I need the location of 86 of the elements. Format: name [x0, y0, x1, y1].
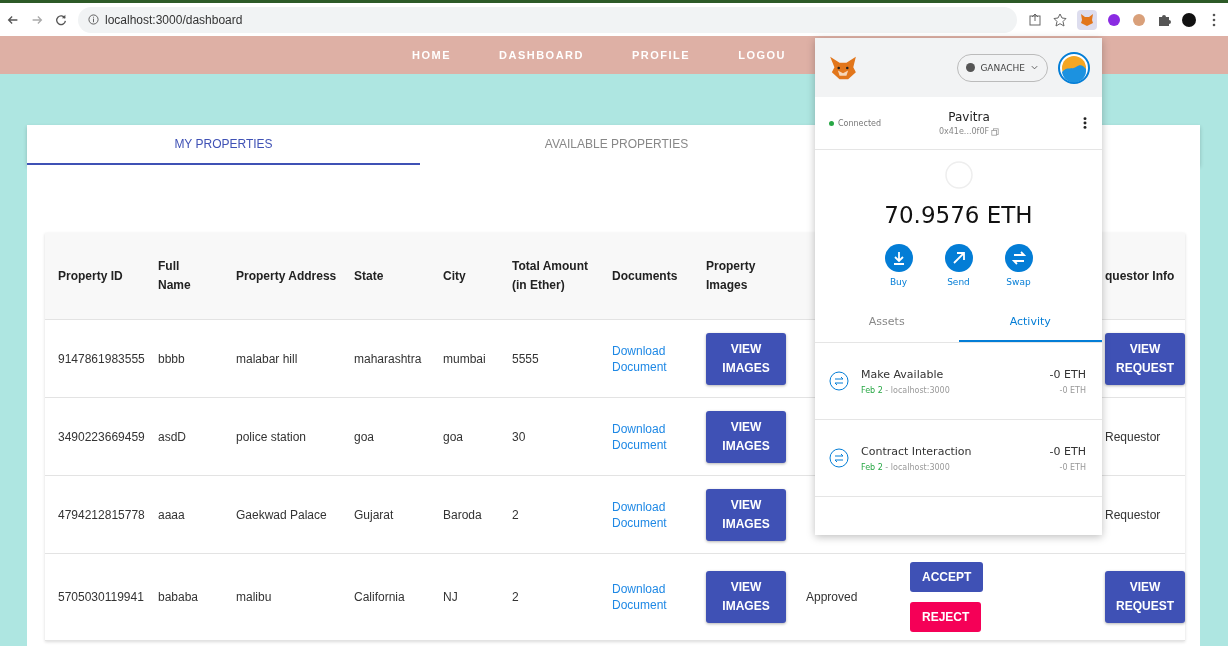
table-cell: bababa: [158, 590, 199, 604]
wallet-tab[interactable]: Assets: [815, 307, 959, 342]
download-link[interactable]: Download Document: [612, 420, 672, 453]
table-cell: aaaa: [158, 507, 185, 522]
status-text: Approved: [806, 590, 858, 604]
column-header: questor Info: [1105, 268, 1175, 283]
activity-amount: -0 ETH: [1049, 367, 1086, 381]
view-request-button[interactable]: VIEW REQUEST: [1105, 571, 1185, 623]
table-cell: Gujarat: [354, 507, 394, 522]
wallet-tab[interactable]: Activity: [958, 307, 1102, 342]
table-cell: 5705030119941: [58, 590, 144, 604]
download-link[interactable]: Download Document: [612, 581, 672, 613]
connection-status[interactable]: Connected: [829, 118, 919, 128]
table-cell: 9147861983555: [58, 351, 145, 366]
view-images-button[interactable]: VIEW IMAGES: [706, 571, 786, 623]
table-cell: Requestor: [1105, 507, 1161, 522]
table-cell: malibu: [236, 590, 272, 604]
chevron-down-icon: [1030, 63, 1039, 72]
activity-origin: - localhost:3000: [885, 462, 950, 472]
share-icon[interactable]: [1027, 11, 1043, 28]
activity-amount: -0 ETH: [1049, 444, 1086, 458]
kebab-menu-icon[interactable]: [1082, 116, 1088, 130]
swap-icon: [1004, 244, 1033, 272]
reload-icon[interactable]: [54, 12, 68, 27]
wallet-action[interactable]: Buy: [883, 244, 914, 287]
fox-icon[interactable]: [1077, 9, 1097, 30]
download-link[interactable]: Download Document: [612, 498, 672, 531]
reject-button[interactable]: REJECT: [910, 602, 982, 632]
view-images-button[interactable]: VIEW IMAGES: [706, 488, 786, 541]
table-cell: California: [354, 590, 405, 604]
table-cell: Baroda: [443, 507, 482, 522]
activity-item[interactable]: Make Available Feb 2 - localhost:3000 -0 ETH -0 ETH: [815, 343, 1102, 420]
activity-fiat-amount: -0 ETH: [1059, 385, 1086, 395]
download-link[interactable]: Download Document: [612, 342, 672, 375]
account-address[interactable]: 0x41e...0f0F: [938, 127, 1000, 136]
table-cell: goa: [354, 429, 375, 444]
column-header: Full Name: [158, 258, 192, 294]
download-icon: [884, 244, 913, 272]
table-cell: Requestor: [1105, 429, 1161, 444]
column-header: Documents: [612, 268, 678, 283]
swap-icon: [829, 371, 849, 391]
swap-icon: [829, 448, 849, 468]
table-cell: 2: [512, 507, 519, 522]
account-avatar-icon[interactable]: [1058, 51, 1090, 84]
wallet-action[interactable]: Send: [943, 244, 974, 287]
account-name: Pavitra: [948, 110, 990, 124]
view-request-button[interactable]: VIEW REQUEST: [1105, 332, 1185, 385]
activity-fiat-amount: -0 ETH: [1059, 462, 1086, 472]
activity-title: Make Available: [861, 367, 945, 381]
fox-logo-icon: [829, 55, 857, 80]
copy-icon: [991, 127, 1000, 136]
table-cell: police station: [236, 429, 307, 444]
column-header: City: [443, 268, 466, 283]
activity-title: Contract Interaction: [861, 444, 973, 458]
accept-button[interactable]: ACCEPT: [910, 562, 984, 592]
column-header: Property Images: [706, 258, 757, 294]
tab[interactable]: AVAILABLE PROPERTIES: [420, 125, 813, 165]
table-cell: 3490223669459: [58, 429, 145, 444]
view-images-button[interactable]: VIEW IMAGES: [706, 410, 786, 463]
view-images-button[interactable]: VIEW IMAGES: [706, 332, 786, 385]
activity-date: Feb 2: [861, 385, 883, 395]
address-bar[interactable]: localhost:3000/dashboard: [78, 6, 1017, 33]
star-icon[interactable]: [1052, 11, 1068, 28]
table-cell: 5555: [512, 351, 539, 366]
table-cell: 2: [512, 590, 519, 604]
table-cell: mumbai: [443, 351, 486, 366]
table-cell: 30: [512, 429, 526, 444]
table-cell: 4794212815778: [58, 507, 145, 522]
column-header: Total Amount (in Ether): [512, 258, 589, 294]
table-cell: asdD: [158, 429, 186, 444]
table-cell: goa: [443, 429, 464, 444]
activity-item[interactable]: Contract Interaction Feb 2 - localhost:3000 -0 ETH -0 ETH: [815, 420, 1102, 497]
column-header: State: [354, 268, 384, 283]
table-cell: bbbb: [158, 351, 185, 366]
column-header: Property ID: [58, 268, 123, 283]
table-cell: Gaekwad Palace: [236, 507, 327, 522]
column-header: Property Address: [236, 268, 337, 283]
info-icon: [88, 14, 99, 25]
table-cell: malabar hill: [236, 351, 298, 366]
activity-origin: - localhost:3000: [885, 385, 950, 395]
wallet-action[interactable]: Swap: [1003, 244, 1034, 287]
avatar-icon[interactable]: [1181, 11, 1197, 28]
table-cell: maharashtra: [354, 351, 422, 366]
activity-date: Feb 2: [861, 462, 883, 472]
balance: 70.9576 ETH: [883, 202, 1034, 228]
table-cell: NJ: [443, 590, 458, 604]
